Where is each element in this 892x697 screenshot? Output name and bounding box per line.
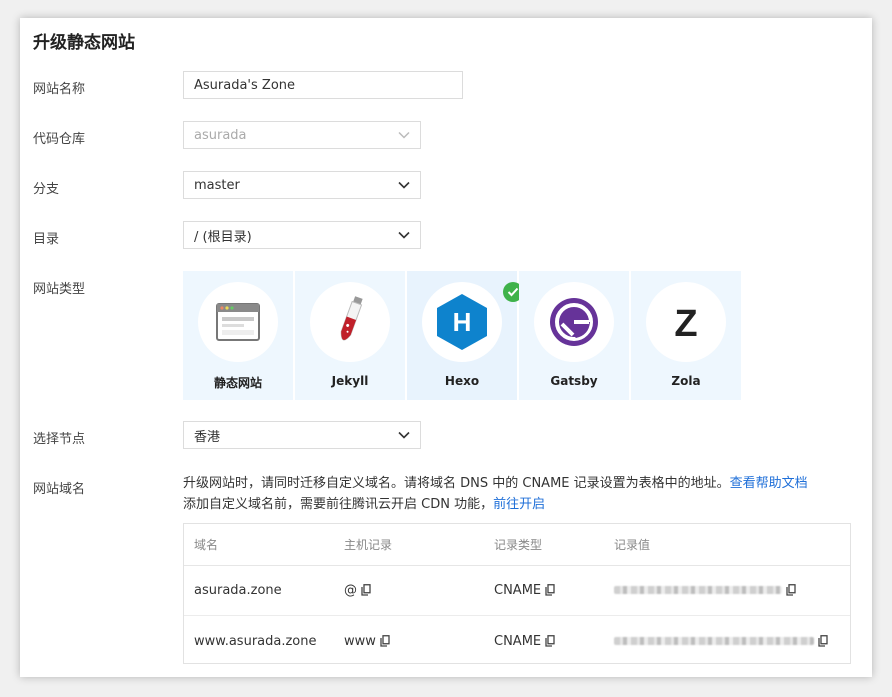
zola-icon: Z: [646, 282, 726, 362]
type-value: CNAME: [494, 582, 542, 598]
header-host: 主机记录: [344, 538, 393, 552]
node-select[interactable]: 香港: [183, 421, 421, 449]
header-domain: 域名: [194, 538, 219, 552]
site-type-name: Zola: [671, 374, 701, 388]
node-label: 选择节点: [33, 432, 86, 447]
domain-cell: www.asurada.zone: [194, 633, 317, 649]
type-cell: CNAME: [494, 565, 555, 615]
site-type-name: Hexo: [444, 374, 480, 388]
jekyll-icon: [310, 282, 390, 362]
host-cell: www: [344, 616, 390, 666]
repo-select: asurada: [183, 121, 421, 149]
domain-desc-line1: 升级网站时，请同时迁移自定义域名。请将域名 DNS 中的 CNAME 记录设置为…: [183, 476, 730, 491]
branch-label: 分支: [33, 182, 60, 197]
domain-label: 网站域名: [33, 482, 86, 497]
repo-label: 代码仓库: [33, 132, 86, 147]
gatsby-icon: [534, 282, 614, 362]
site-type-option-gatsby[interactable]: Gatsby: [519, 271, 629, 400]
chevron-down-icon: [398, 179, 410, 191]
type-cell: CNAME: [494, 616, 555, 666]
copy-icon[interactable]: [361, 584, 371, 596]
directory-label: 目录: [33, 232, 60, 247]
node-value: 香港: [194, 429, 221, 445]
directory-value: / (根目录): [194, 229, 252, 245]
svg-text:H: H: [453, 307, 472, 337]
domain-desc-line2: 添加自定义域名前，需要前往腾讯云开启 CDN 功能，: [183, 497, 494, 512]
chevron-down-icon: [398, 129, 410, 141]
domain-cell: asurada.zone: [194, 582, 282, 598]
page-title: 升级静态网站: [33, 33, 135, 53]
directory-select[interactable]: / (根目录): [183, 221, 421, 249]
site-name-label: 网站名称: [33, 82, 86, 97]
site-name-value: Asurada's Zone: [194, 77, 296, 93]
site-type-option-jekyll[interactable]: Jekyll: [295, 271, 405, 400]
redacted-record-value: [614, 586, 782, 594]
repo-value: asurada: [194, 127, 247, 143]
value-cell: [614, 565, 796, 615]
static-site-icon: [198, 282, 278, 362]
help-doc-link[interactable]: 查看帮助文档: [730, 476, 808, 491]
copy-icon[interactable]: [380, 635, 390, 647]
table-row: www.asurada.zone www CNAME: [184, 616, 850, 666]
header-type: 记录类型: [494, 538, 543, 552]
value-cell: [614, 616, 828, 666]
copy-icon[interactable]: [545, 584, 555, 596]
site-name-input[interactable]: Asurada's Zone: [183, 71, 463, 99]
branch-select[interactable]: master: [183, 171, 421, 199]
site-type-name: Jekyll: [331, 374, 369, 388]
header-value: 记录值: [614, 538, 651, 552]
upgrade-static-site-panel: 升级静态网站 网站名称 Asurada's Zone 代码仓库 asurada …: [20, 18, 872, 677]
site-type-selector: 静态网站 Jekyll H Hexo Gatsby Z Zola: [183, 271, 741, 400]
site-type-option-zola[interactable]: Z Zola: [631, 271, 741, 400]
domain-description: 升级网站时，请同时迁移自定义域名。请将域名 DNS 中的 CNAME 记录设置为…: [183, 473, 863, 515]
branch-value: master: [194, 177, 240, 193]
copy-icon[interactable]: [786, 584, 796, 596]
hexo-icon: H: [422, 282, 502, 362]
table-row: asurada.zone @ CNAME: [184, 565, 850, 616]
host-cell: @: [344, 565, 371, 615]
table-header: 域名 主机记录 记录类型 记录值: [184, 524, 850, 566]
copy-icon[interactable]: [818, 635, 828, 647]
site-type-option-static[interactable]: 静态网站: [183, 271, 293, 400]
type-value: CNAME: [494, 633, 542, 649]
site-type-option-hexo[interactable]: H Hexo: [407, 271, 523, 400]
site-type-label: 网站类型: [33, 282, 86, 297]
redacted-record-value: [614, 637, 814, 645]
chevron-down-icon: [398, 429, 410, 441]
dns-record-table: 域名 主机记录 记录类型 记录值 asurada.zone @ CNAME ww…: [183, 523, 851, 664]
chevron-down-icon: [398, 229, 410, 241]
enable-cdn-link[interactable]: 前往开启: [493, 497, 545, 512]
site-type-name: 静态网站: [213, 376, 262, 390]
copy-icon[interactable]: [545, 635, 555, 647]
host-value: @: [344, 582, 357, 598]
svg-text:Z: Z: [674, 303, 697, 342]
site-type-name: Gatsby: [550, 374, 598, 388]
host-value: www: [344, 633, 376, 649]
